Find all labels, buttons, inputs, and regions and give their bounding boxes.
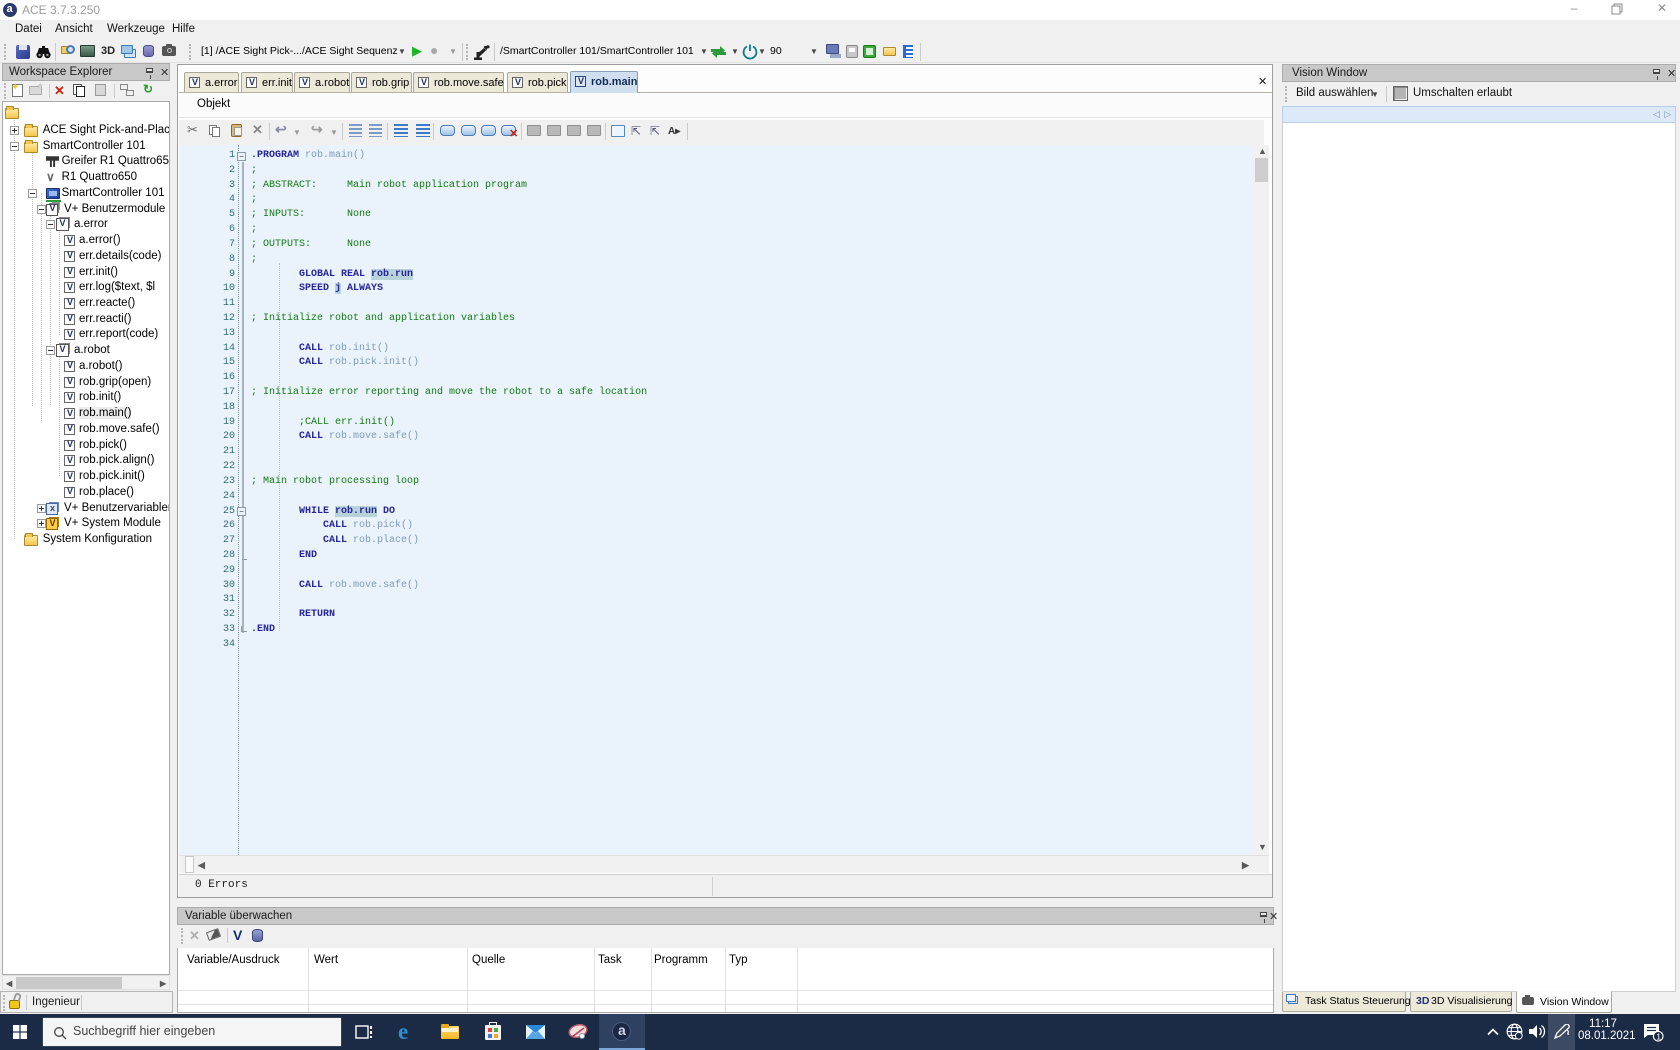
svg-text:1: 1 <box>1656 1031 1661 1041</box>
